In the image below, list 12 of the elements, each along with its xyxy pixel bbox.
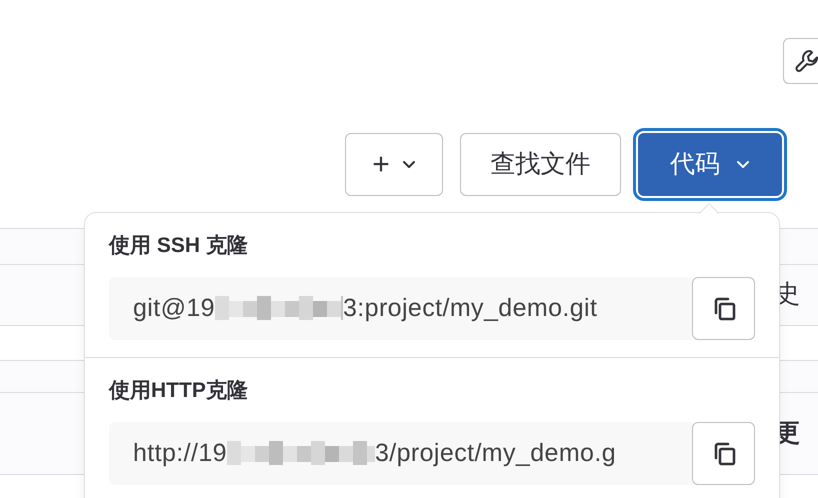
copy-button[interactable] <box>692 422 755 485</box>
code-button[interactable]: 代码 <box>638 133 782 196</box>
section-title: 使用 SSH 克隆 <box>109 233 249 259</box>
wrench-icon <box>794 48 818 74</box>
chevron-down-icon <box>402 160 416 169</box>
copy-button[interactable] <box>692 277 755 340</box>
find-file-button[interactable]: 查找文件 <box>460 133 621 196</box>
url-field[interactable]: http://19 3/project/my_demo.g <box>109 422 692 485</box>
add-button[interactable]: + <box>345 133 443 196</box>
section-title: 使用HTTP克隆 <box>109 378 249 404</box>
chevron-down-icon <box>736 160 750 169</box>
url-field[interactable]: git@19 3:project/my_demo.git <box>109 277 692 340</box>
